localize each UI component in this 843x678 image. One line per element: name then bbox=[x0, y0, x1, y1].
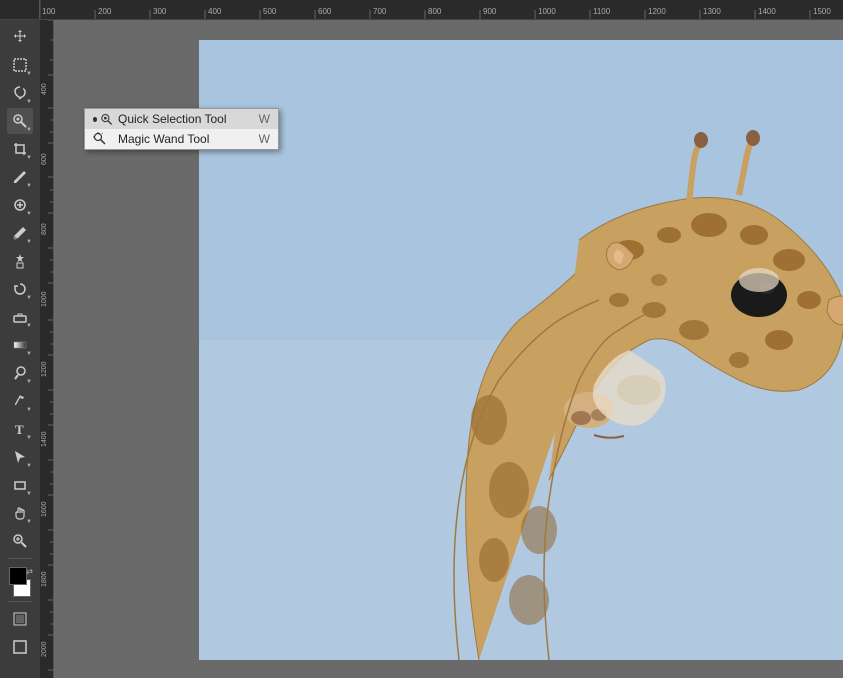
zoom-icon bbox=[12, 533, 28, 549]
color-picker[interactable]: ⇄ bbox=[4, 567, 36, 597]
tool-eraser[interactable]: ▼ bbox=[7, 304, 33, 330]
tool-shape[interactable]: ▼ bbox=[7, 472, 33, 498]
left-ruler-svg: 400 600 800 1000 1200 1400 bbox=[40, 20, 54, 678]
svg-text:T: T bbox=[15, 422, 24, 437]
tool-zoom[interactable] bbox=[7, 528, 33, 554]
tool-move[interactable] bbox=[7, 24, 33, 50]
menu-item-indicators bbox=[93, 112, 113, 126]
tool-arrow: ▼ bbox=[26, 407, 32, 413]
tool-screenmode[interactable] bbox=[7, 634, 33, 660]
toolbar: ▼ ▼ ▼ ▼ bbox=[0, 20, 40, 678]
svg-text:1400: 1400 bbox=[41, 431, 48, 447]
svg-text:1400: 1400 bbox=[758, 7, 776, 16]
svg-text:300: 300 bbox=[153, 7, 167, 16]
giraffe-image bbox=[199, 40, 843, 660]
svg-text:800: 800 bbox=[428, 7, 442, 16]
svg-text:1200: 1200 bbox=[41, 361, 48, 377]
tool-arrow: ▼ bbox=[26, 351, 32, 357]
tool-arrow: ▼ bbox=[26, 211, 32, 217]
top-ruler-track: 100 200 300 400 500 600 700 800 900 1000… bbox=[40, 0, 843, 20]
svg-text:500: 500 bbox=[263, 7, 277, 16]
svg-text:200: 200 bbox=[98, 7, 112, 16]
top-ruler-svg: 100 200 300 400 500 600 700 800 900 1000… bbox=[40, 0, 843, 20]
menu-item-magic-wand-label: Magic Wand Tool bbox=[118, 132, 254, 146]
svg-text:600: 600 bbox=[41, 153, 48, 165]
tool-arrow: ▼ bbox=[26, 491, 32, 497]
svg-text:700: 700 bbox=[373, 7, 387, 16]
tool-arrow: ▼ bbox=[26, 239, 32, 245]
left-ruler: 400 600 800 1000 1200 1400 bbox=[40, 20, 54, 678]
quickmask-icon bbox=[12, 611, 28, 627]
svg-text:2000: 2000 bbox=[41, 641, 48, 657]
svg-text:900: 900 bbox=[483, 7, 497, 16]
tool-quickmask[interactable] bbox=[7, 606, 33, 632]
screenmode-icon bbox=[12, 639, 28, 655]
tool-arrow: ▼ bbox=[26, 155, 32, 161]
tool-context-menu: Quick Selection Tool W Magic Wand Tool W bbox=[84, 108, 279, 150]
tool-healing[interactable]: ▼ bbox=[7, 192, 33, 218]
tool-arrow: ▼ bbox=[26, 71, 32, 77]
quick-select-menu-icon bbox=[100, 112, 113, 126]
tool-arrow: ▼ bbox=[26, 99, 32, 105]
menu-item-wand-icon-area bbox=[93, 132, 113, 146]
svg-text:1000: 1000 bbox=[538, 7, 556, 16]
main-area: ▼ ▼ ▼ ▼ bbox=[0, 20, 843, 678]
tool-quick-select[interactable]: ▼ bbox=[7, 108, 33, 134]
svg-text:400: 400 bbox=[41, 83, 48, 95]
svg-text:600: 600 bbox=[318, 7, 332, 16]
menu-item-quick-select[interactable]: Quick Selection Tool W bbox=[85, 109, 278, 129]
svg-text:1600: 1600 bbox=[41, 501, 48, 517]
menu-item-magic-wand[interactable]: Magic Wand Tool W bbox=[85, 129, 278, 149]
tool-path-select[interactable]: ▼ bbox=[7, 444, 33, 470]
tool-crop[interactable]: ▼ bbox=[7, 136, 33, 162]
swap-colors-icon[interactable]: ⇄ bbox=[26, 567, 33, 576]
foreground-color-box[interactable] bbox=[9, 567, 27, 585]
tool-arrow: ▼ bbox=[26, 183, 32, 189]
tool-separator bbox=[8, 558, 32, 559]
svg-text:1200: 1200 bbox=[648, 7, 666, 16]
tool-arrow: ▼ bbox=[26, 379, 32, 385]
tool-hand[interactable]: ▼ bbox=[7, 500, 33, 526]
tool-gradient[interactable]: ▼ bbox=[7, 332, 33, 358]
svg-text:100: 100 bbox=[42, 7, 56, 16]
top-ruler-bar: 100 200 300 400 500 600 700 800 900 1000… bbox=[0, 0, 843, 20]
document-canvas[interactable] bbox=[199, 40, 843, 660]
tool-pen[interactable]: ▼ bbox=[7, 388, 33, 414]
tool-clone[interactable] bbox=[7, 248, 33, 274]
tool-arrow: ▼ bbox=[26, 463, 32, 469]
menu-item-quick-select-label: Quick Selection Tool bbox=[118, 112, 254, 126]
ruler-corner bbox=[0, 0, 40, 20]
menu-item-magic-wand-shortcut: W bbox=[259, 132, 270, 146]
tool-arrow: ▼ bbox=[26, 519, 32, 525]
clone-icon bbox=[12, 253, 28, 269]
tool-dodge[interactable]: ▼ bbox=[7, 360, 33, 386]
tool-brush[interactable]: ▼ bbox=[7, 220, 33, 246]
active-dot bbox=[93, 117, 97, 122]
canvas-area: Quick Selection Tool W Magic Wand Tool W bbox=[54, 20, 843, 678]
svg-text:1100: 1100 bbox=[593, 7, 611, 16]
tool-arrow: ▼ bbox=[26, 127, 32, 133]
move-icon bbox=[12, 29, 28, 45]
tool-arrow: ▼ bbox=[26, 323, 32, 329]
svg-text:1300: 1300 bbox=[703, 7, 721, 16]
tool-type[interactable]: T ▼ bbox=[7, 416, 33, 442]
tool-lasso[interactable]: ▼ bbox=[7, 80, 33, 106]
svg-text:800: 800 bbox=[41, 223, 48, 235]
svg-text:1500: 1500 bbox=[813, 7, 831, 16]
svg-text:1800: 1800 bbox=[41, 571, 48, 587]
svg-text:1000: 1000 bbox=[41, 291, 48, 307]
tool-separator-2 bbox=[8, 601, 32, 602]
tool-eyedropper[interactable]: ▼ bbox=[7, 164, 33, 190]
tool-history[interactable]: ▼ bbox=[7, 276, 33, 302]
menu-item-quick-select-shortcut: W bbox=[259, 112, 270, 126]
magic-wand-menu-icon bbox=[93, 132, 107, 146]
tool-arrow: ▼ bbox=[26, 295, 32, 301]
tool-marquee[interactable]: ▼ bbox=[7, 52, 33, 78]
svg-text:400: 400 bbox=[208, 7, 222, 16]
tool-arrow: ▼ bbox=[26, 435, 32, 441]
